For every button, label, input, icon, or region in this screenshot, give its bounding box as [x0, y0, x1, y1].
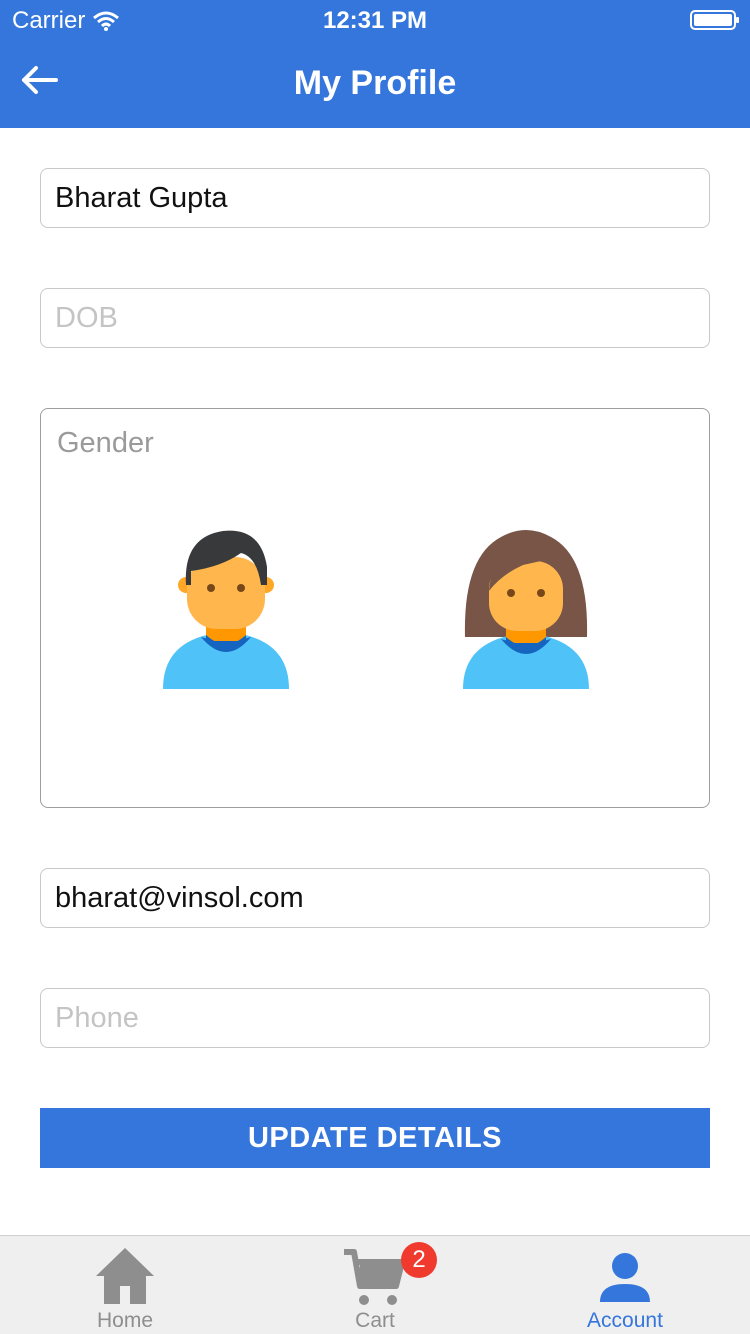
tab-cart[interactable]: 2 Cart: [250, 1236, 500, 1334]
female-avatar-icon: [463, 530, 589, 689]
user-icon: [600, 1253, 650, 1302]
phone-input[interactable]: [55, 989, 695, 1047]
gender-option-female[interactable]: [461, 527, 591, 689]
dob-input[interactable]: [55, 289, 695, 347]
tab-home-label: Home: [96, 1309, 154, 1332]
cart-badge: 2: [401, 1242, 437, 1278]
status-bar: Carrier 12:31 PM: [0, 0, 750, 40]
home-icon: [96, 1248, 154, 1304]
gender-option-male[interactable]: [161, 527, 291, 689]
tab-cart-label: Cart: [355, 1309, 395, 1332]
dob-field[interactable]: [40, 288, 710, 348]
tab-bar: Home 2 Cart Account: [0, 1235, 750, 1334]
name-input[interactable]: [55, 169, 695, 227]
name-field[interactable]: [40, 168, 710, 228]
tab-home[interactable]: Home: [0, 1236, 250, 1334]
tab-account-label: Account: [587, 1309, 663, 1332]
app-header: Carrier 12:31 PM My Profile: [0, 0, 750, 128]
update-details-button[interactable]: UPDATE DETAILS: [40, 1108, 710, 1168]
page-title: My Profile: [293, 64, 457, 102]
email-field[interactable]: [40, 868, 710, 928]
phone-field[interactable]: [40, 988, 710, 1048]
status-time: 12:31 PM: [322, 7, 428, 34]
nav-bar: My Profile: [0, 40, 750, 128]
cart-icon: [344, 1249, 405, 1305]
gender-label: Gender: [57, 427, 154, 459]
male-avatar-icon: [163, 530, 289, 689]
tab-account[interactable]: Account: [500, 1236, 750, 1334]
email-input[interactable]: [55, 869, 695, 927]
gender-selector: Gender: [40, 408, 710, 808]
battery-icon: [690, 10, 739, 30]
